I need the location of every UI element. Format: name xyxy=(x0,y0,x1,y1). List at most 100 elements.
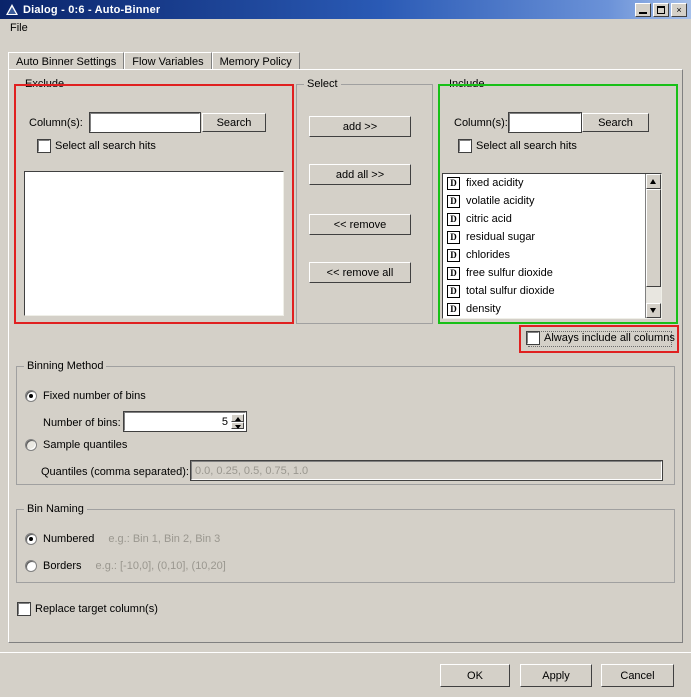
menu-bar: File xyxy=(0,19,691,36)
bin-naming-borders-label: Borders xyxy=(43,560,82,572)
exclude-column-label: Column(s): xyxy=(29,117,83,129)
apply-button[interactable]: Apply xyxy=(520,664,592,687)
list-item-label: density xyxy=(466,303,501,315)
tab-strip: Auto Binner Settings Flow Variables Memo… xyxy=(8,52,683,70)
spinner-up-icon[interactable] xyxy=(231,414,244,422)
quantiles-label: Quantiles (comma separated): xyxy=(41,466,189,478)
radio-selected-icon xyxy=(25,533,37,545)
replace-target-columns-checkbox[interactable]: Replace target column(s) xyxy=(17,602,158,616)
title-bar: Dialog - 0:6 - Auto-Binner × xyxy=(0,0,691,19)
ok-button[interactable]: OK xyxy=(440,664,510,687)
scroll-up-arrow-icon[interactable] xyxy=(646,174,661,189)
bin-naming-legend: Bin Naming xyxy=(24,503,87,515)
list-item-label: volatile acidity xyxy=(466,195,535,207)
fixed-number-of-bins-radio[interactable]: Fixed number of bins xyxy=(25,390,146,402)
scrollbar-thumb[interactable] xyxy=(646,189,661,287)
exclude-search-input[interactable] xyxy=(89,112,201,133)
list-item[interactable]: D free sulfur dioxide xyxy=(443,264,661,282)
binning-method-legend: Binning Method xyxy=(24,360,107,372)
list-item[interactable]: D citric acid xyxy=(443,210,661,228)
checkbox-icon xyxy=(37,139,51,153)
add-all-button[interactable]: add all >> xyxy=(309,164,411,185)
window-controls: × xyxy=(635,2,689,17)
list-item[interactable]: D fixed acidity xyxy=(443,174,661,192)
include-column-label: Column(s): xyxy=(454,117,508,129)
select-legend: Select xyxy=(304,78,341,90)
checkbox-icon xyxy=(526,331,540,345)
checkbox-icon xyxy=(17,602,31,616)
double-type-icon: D xyxy=(447,302,460,316)
double-type-icon: D xyxy=(447,194,460,208)
add-button[interactable]: add >> xyxy=(309,116,411,137)
double-type-icon: D xyxy=(447,212,460,226)
menu-item-file[interactable]: File xyxy=(5,21,33,35)
include-search-input[interactable] xyxy=(508,112,582,133)
include-legend: Include xyxy=(446,78,488,90)
exclude-select-all-hits-label: Select all search hits xyxy=(55,140,156,152)
list-item[interactable]: D residual sugar xyxy=(443,228,661,246)
number-of-bins-spinner[interactable] xyxy=(231,414,244,429)
tab-auto-binner-settings[interactable]: Auto Binner Settings xyxy=(8,52,125,70)
include-search-button[interactable]: Search xyxy=(582,113,649,132)
list-item-label: total sulfur dioxide xyxy=(466,285,555,297)
remove-button[interactable]: << remove xyxy=(309,214,411,235)
double-type-icon: D xyxy=(447,284,460,298)
number-of-bins-input[interactable]: 5 xyxy=(123,411,247,432)
bin-naming-borders-example: e.g.: [-10,0], (0,10], (10,20] xyxy=(95,560,226,572)
include-select-all-hits-checkbox[interactable]: Select all search hits xyxy=(458,139,577,153)
list-item[interactable]: D volatile acidity xyxy=(443,192,661,210)
list-item[interactable]: D density xyxy=(443,300,661,318)
scrollbar-track[interactable] xyxy=(646,189,661,303)
number-of-bins-value: 5 xyxy=(221,415,228,428)
auto-binner-dialog: Dialog - 0:6 - Auto-Binner × File Auto B… xyxy=(0,0,691,697)
list-item-label: free sulfur dioxide xyxy=(466,267,553,279)
double-type-icon: D xyxy=(447,248,460,262)
spinner-down-icon[interactable] xyxy=(231,421,244,429)
remove-all-button[interactable]: << remove all xyxy=(309,262,411,283)
always-include-all-columns-checkbox[interactable]: Always include all columns xyxy=(526,331,675,345)
close-icon: × xyxy=(676,4,682,15)
exclude-legend: Exclude xyxy=(22,78,68,90)
sample-quantiles-radio[interactable]: Sample quantiles xyxy=(25,439,127,451)
number-of-bins-label: Number of bins: xyxy=(43,417,121,429)
sample-quantiles-label: Sample quantiles xyxy=(43,439,128,451)
list-item-label: chlorides xyxy=(466,249,511,261)
list-item-label: fixed acidity xyxy=(466,177,524,189)
double-type-icon: D xyxy=(447,230,460,244)
window-title: Dialog - 0:6 - Auto-Binner xyxy=(23,3,161,16)
include-select-all-hits-label: Select all search hits xyxy=(476,140,577,152)
list-item[interactable]: D total sulfur dioxide xyxy=(443,282,661,300)
always-include-all-columns-label: Always include all columns xyxy=(544,332,675,344)
radio-unselected-icon xyxy=(25,560,37,572)
bin-naming-numbered-label: Numbered xyxy=(43,533,95,545)
list-item-label: citric acid xyxy=(466,213,512,225)
bin-naming-numbered-example: e.g.: Bin 1, Bin 2, Bin 3 xyxy=(108,533,221,545)
close-button[interactable]: × xyxy=(671,2,687,17)
quantiles-input[interactable]: 0.0, 0.25, 0.5, 0.75, 1.0 xyxy=(190,460,663,481)
maximize-button[interactable] xyxy=(653,2,669,17)
maximize-icon xyxy=(657,5,665,14)
radio-selected-icon xyxy=(25,390,37,402)
double-type-icon: D xyxy=(447,266,460,280)
cancel-button[interactable]: Cancel xyxy=(601,664,674,687)
fixed-number-of-bins-label: Fixed number of bins xyxy=(43,390,146,402)
minimize-icon xyxy=(639,11,647,14)
include-list-scrollbar[interactable] xyxy=(645,174,661,318)
tab-memory-policy[interactable]: Memory Policy xyxy=(211,52,300,70)
checkbox-icon xyxy=(458,139,472,153)
include-list[interactable]: D fixed acidity D volatile acidity D cit… xyxy=(442,173,662,319)
dialog-footer: OK Apply Cancel xyxy=(0,652,691,697)
exclude-list[interactable] xyxy=(24,171,284,316)
bin-naming-numbered-radio[interactable]: Numbered e.g.: Bin 1, Bin 2, Bin 3 xyxy=(25,533,220,545)
scroll-down-arrow-icon[interactable] xyxy=(646,303,661,318)
list-item[interactable]: D chlorides xyxy=(443,246,661,264)
radio-unselected-icon xyxy=(25,439,37,451)
minimize-button[interactable] xyxy=(635,2,651,17)
bin-naming-borders-radio[interactable]: Borders e.g.: [-10,0], (0,10], (10,20] xyxy=(25,560,226,572)
tab-flow-variables[interactable]: Flow Variables xyxy=(124,52,212,70)
list-item-label: residual sugar xyxy=(466,231,536,243)
replace-target-columns-label: Replace target column(s) xyxy=(35,603,158,615)
exclude-select-all-hits-checkbox[interactable]: Select all search hits xyxy=(37,139,156,153)
exclude-search-button[interactable]: Search xyxy=(202,113,266,132)
double-type-icon: D xyxy=(447,176,460,190)
